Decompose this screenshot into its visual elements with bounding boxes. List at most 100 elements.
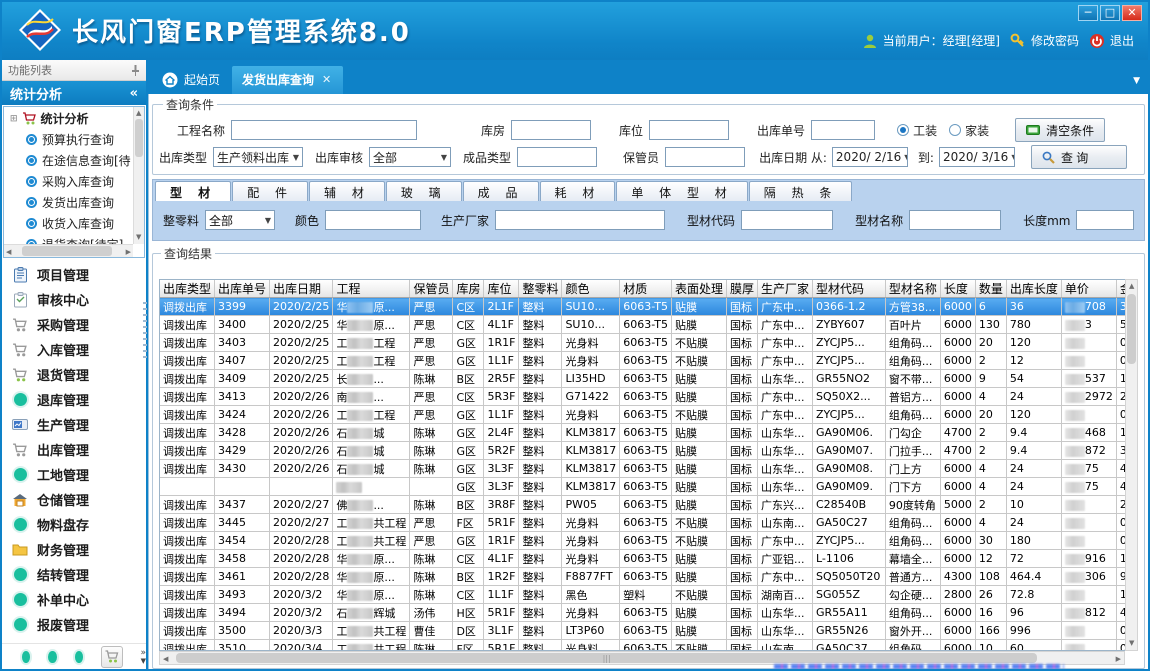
table-row[interactable]: 调拨出库34092020/2/25长...陈琳B区2R5F整料LI35HD606… [160,370,1138,388]
footer-dot-icon[interactable] [48,651,56,663]
sidebar-splitter[interactable] [143,302,147,362]
table-row[interactable]: 调拨出库34282020/2/26石城陈琳G区2L4F整料KLM38176063… [160,424,1138,442]
tree-vertical-scrollbar[interactable]: ▲ ▼ [133,107,144,244]
tree-item[interactable]: 收货入库查询 [4,213,133,234]
table-row[interactable]: 调拨出库34242020/2/26工工程严思G区1L1F整料光身料6063-T5… [160,406,1138,424]
profile-code-input[interactable] [741,210,833,230]
table-row[interactable]: 调拨出库34072020/2/25工工程严思G区1L1F整料光身料6063-T5… [160,352,1138,370]
tree-item[interactable]: 采购入库查询 [4,171,133,192]
project-name-input[interactable] [231,120,417,140]
column-header[interactable]: 材质 [620,280,672,298]
column-header[interactable]: 库房 [453,280,484,298]
sidebar-module-工地管理[interactable]: 工地管理 [2,462,146,487]
material-subtab-1[interactable]: 型 材 [155,181,231,201]
material-subtab-7[interactable]: 单 体 型 材 [616,181,747,201]
table-row[interactable]: 调拨出库33992020/2/25华原...严思C区2L1F整料SU10...6… [160,298,1138,316]
table-row[interactable]: 调拨出库34452020/2/27工共工程严思F区5R1F整料光身料6063-T… [160,514,1138,532]
out-type-combo[interactable]: 生产领料出库▼ [213,147,303,167]
table-row[interactable]: 调拨出库34002020/2/25华原...严思C区4L1F整料SU10...6… [160,316,1138,334]
table-row[interactable]: 调拨出库34132020/2/26南...严思C区5R3F整料G71422606… [160,388,1138,406]
sidebar-module-结转管理[interactable]: 结转管理 [2,562,146,587]
table-row[interactable]: 调拨出库34302020/2/26石城陈琳G区3L3F整料KLM38176063… [160,460,1138,478]
column-header[interactable]: 型材代码 [813,280,886,298]
material-subtab-5[interactable]: 成 品 [463,181,539,201]
column-header[interactable]: 出库类型 [160,280,215,298]
table-row[interactable]: 调拨出库34032020/2/25工工程严思G区1R1F整料光身料6063-T5… [160,334,1138,352]
stats-section-header[interactable]: 统计分析 « [2,81,146,105]
material-subtab-3[interactable]: 辅 材 [309,181,385,201]
tree-item[interactable]: 退货查询[待定] [4,234,133,244]
material-subtab-6[interactable]: 耗 材 [540,181,616,201]
column-header[interactable]: 型材名称 [885,280,940,298]
grid-horizontal-scrollbar[interactable]: ◀ ||| ▶ [159,651,1125,665]
column-header[interactable]: 颜色 [562,280,620,298]
tree-horizontal-scrollbar[interactable]: ◀ ▶ [4,244,133,257]
material-subtab-8[interactable]: 隔 热 条 [749,181,853,201]
table-row[interactable]: 调拨出库34942020/3/2石辉城汤伟H区5R1F整料光身料6063-T5贴… [160,604,1138,622]
minimize-button[interactable]: ─ [1078,5,1098,21]
tree-item[interactable]: 发货出库查询 [4,192,133,213]
sidebar-module-审核中心[interactable]: 审核中心 [2,287,146,312]
radio-gongzhuang[interactable]: 工装 [897,122,937,139]
column-header[interactable]: 单价 [1061,280,1116,298]
factory-input[interactable] [495,210,665,230]
warehouse-input[interactable] [511,120,591,140]
column-header[interactable]: 出库单号 [215,280,270,298]
table-row[interactable]: 调拨出库34542020/2/28工共工程严思G区1R1F整料光身料6063-T… [160,532,1138,550]
sidebar-module-项目管理[interactable]: 项目管理 [2,262,146,287]
tab-outbound-query[interactable]: 发货出库查询 ✕ [232,66,343,94]
table-row[interactable]: 调拨出库35002020/3/3工共工程曹佳D区3L1F整料LT3P606063… [160,622,1138,640]
zhengling-combo[interactable]: 全部▼ [205,210,275,230]
tree-item[interactable]: 预算执行查询 [4,129,133,150]
sidebar-module-财务管理[interactable]: 财务管理 [2,537,146,562]
color-input[interactable] [325,210,421,230]
column-header[interactable]: 库位 [484,280,519,298]
tab-list-dropdown-icon[interactable]: ▼ [1133,76,1140,86]
column-header[interactable]: 整零料 [519,280,562,298]
date-to-picker[interactable]: 2020/ 3/16▼ [939,147,1015,167]
table-row[interactable]: 调拨出库34612020/2/28华原...陈琳B区1R2F整料F8877FT6… [160,568,1138,586]
more-modules-button[interactable]: »▼ [141,649,147,665]
clear-conditions-button[interactable]: 清空条件 [1015,118,1105,142]
sidebar-module-仓储管理[interactable]: 仓储管理 [2,487,146,512]
audit-combo[interactable]: 全部▼ [369,147,451,167]
grid-vertical-scrollbar[interactable]: ▲ ▼ [1125,279,1138,651]
length-input[interactable] [1076,210,1134,230]
collapse-icon[interactable]: « [130,86,138,101]
maximize-button[interactable]: □ [1100,5,1120,21]
product-type-input[interactable] [517,147,597,167]
tab-close-icon[interactable]: ✕ [322,73,331,86]
radio-jiazhuang[interactable]: 家装 [949,122,989,139]
bill-no-input[interactable] [811,120,875,140]
search-button[interactable]: 查 询 [1031,145,1127,169]
table-row[interactable]: 调拨出库34582020/2/28华原...陈琳C区4L1F整料光身料6063-… [160,550,1138,568]
table-row[interactable]: 调拨出库34932020/3/2华原...陈琳C区1L1F整料黑色塑料不贴膜国标… [160,586,1138,604]
column-header[interactable]: 表面处理 [671,280,726,298]
sidebar-module-退库管理[interactable]: 退库管理 [2,387,146,412]
sidebar-module-出库管理[interactable]: 出库管理 [2,437,146,462]
column-header[interactable]: 工程 [333,280,410,298]
profile-name-input[interactable] [909,210,1001,230]
keeper-input[interactable] [665,147,745,167]
footer-dot-icon[interactable] [22,651,30,663]
location-input[interactable] [649,120,729,140]
column-header[interactable]: 数量 [975,280,1006,298]
pin-icon[interactable] [131,65,140,76]
column-header[interactable]: 出库日期 [270,280,333,298]
column-header[interactable]: 膜厚 [726,280,757,298]
column-header[interactable]: 长度 [940,280,975,298]
change-password-button[interactable]: 修改密码 [1010,32,1079,49]
footer-cart-button[interactable] [101,646,122,668]
sidebar-module-报废管理[interactable]: 报废管理 [2,612,146,637]
material-subtab-4[interactable]: 玻 璃 [386,181,462,201]
sidebar-module-补单中心[interactable]: 补单中心 [2,587,146,612]
logout-button[interactable]: 退出 [1089,32,1134,49]
table-row[interactable]: 调拨出库35102020/3/4工共工程陈琳F区5R1F整料光身料6063-T5… [160,640,1138,652]
footer-dot-icon[interactable] [75,651,83,663]
sidebar-module-物料盘存[interactable]: 物料盘存 [2,512,146,537]
column-header[interactable]: 保管员 [410,280,453,298]
tree-item[interactable]: 在途信息查询[待 [4,150,133,171]
table-row[interactable]: G区3L3F整料KLM38176063-T5贴膜国标山东华...GA90M09.… [160,478,1138,496]
table-row[interactable]: 调拨出库34372020/2/27佛...陈琳B区3R8F整料PW056063-… [160,496,1138,514]
sidebar-module-退货管理[interactable]: 退货管理 [2,362,146,387]
